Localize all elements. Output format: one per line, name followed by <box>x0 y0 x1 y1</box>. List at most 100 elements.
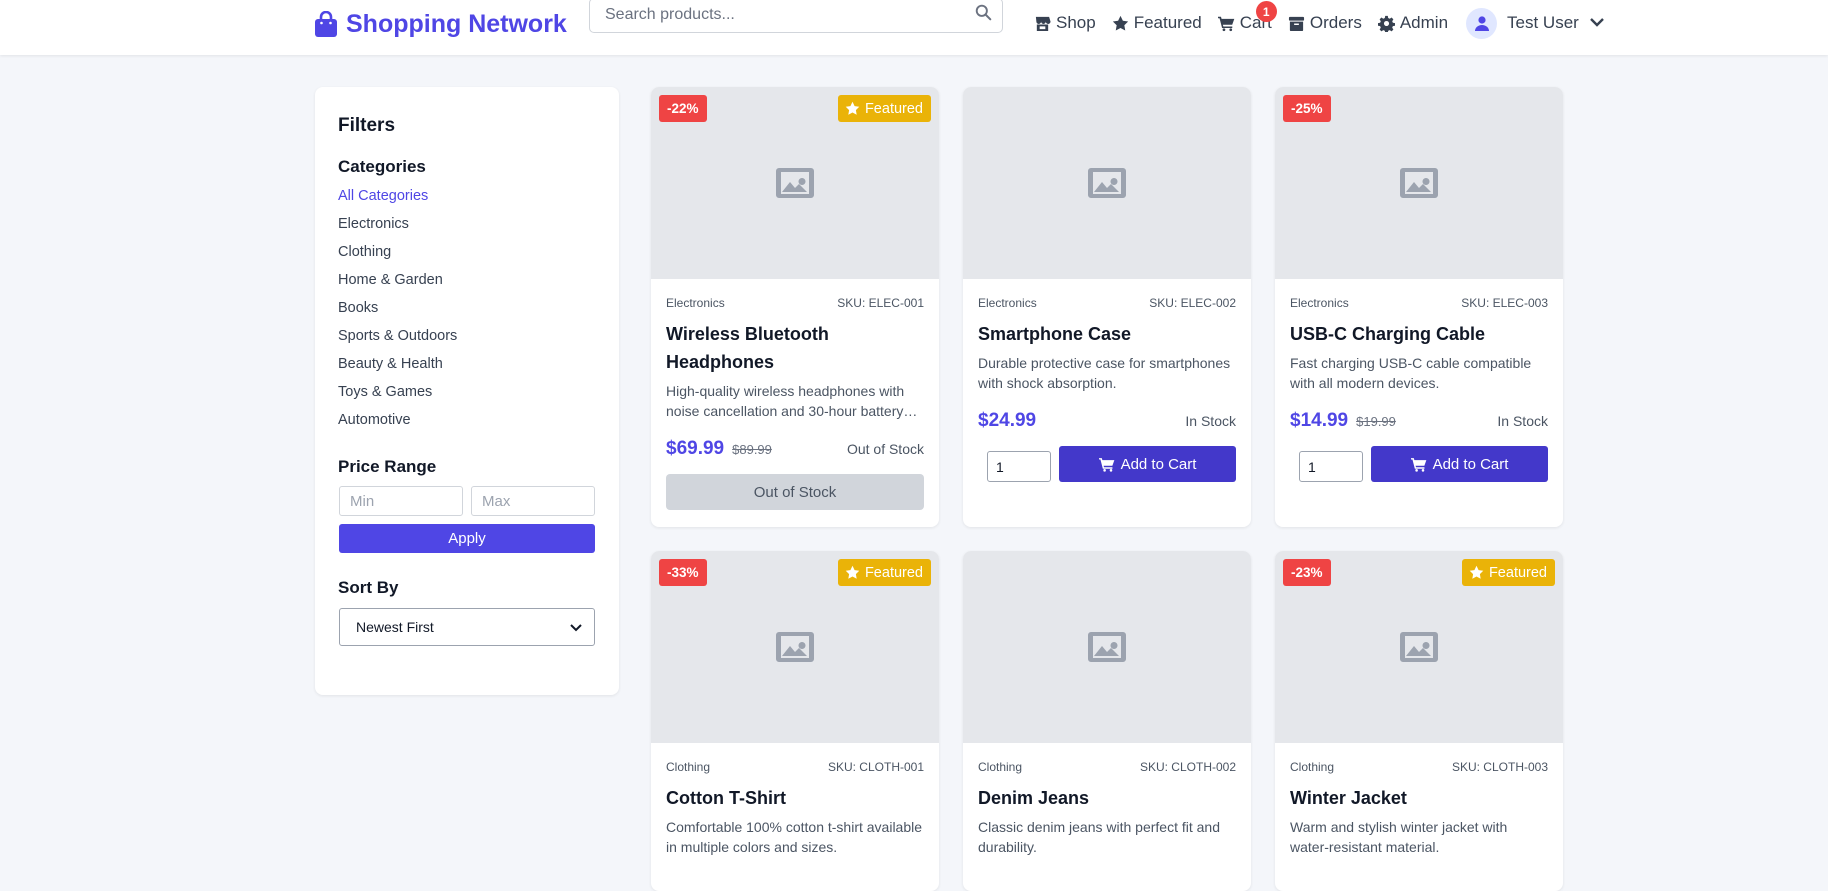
category-electronics[interactable]: Electronics <box>338 215 457 243</box>
apply-price-button[interactable]: Apply <box>339 524 595 553</box>
discount-badge: -22% <box>659 95 707 122</box>
cart-count-badge: 1 <box>1255 1 1277 22</box>
product-card[interactable]: Clothing SKU: CLOTH-002 Denim Jeans Clas… <box>963 551 1251 891</box>
featured-badge: Featured <box>1461 559 1555 586</box>
product-meta: Electronics SKU: ELEC-001 <box>666 296 924 310</box>
add-to-cart-label: Add to Cart <box>1432 455 1509 473</box>
category-beauty-health[interactable]: Beauty & Health <box>338 355 457 383</box>
brand-name: Shopping Network <box>346 9 567 38</box>
image-icon <box>1088 632 1126 662</box>
discount-badge: -23% <box>1283 559 1331 586</box>
product-meta: Electronics SKU: ELEC-003 <box>1290 296 1548 310</box>
category-sports-outdoors[interactable]: Sports & Outdoors <box>338 327 457 355</box>
nav-admin[interactable]: Admin <box>1377 13 1448 33</box>
image-icon <box>776 168 814 198</box>
product-name[interactable]: USB-C Charging Cable <box>1290 320 1548 348</box>
cart-icon <box>1410 457 1426 472</box>
product-name[interactable]: Winter Jacket <box>1290 784 1548 812</box>
product-sku: SKU: ELEC-002 <box>1149 296 1236 310</box>
nav-featured[interactable]: Featured <box>1112 13 1202 33</box>
add-to-cart-button[interactable]: Add to Cart <box>1371 446 1548 482</box>
product-card[interactable]: -22% Featured Electronics SKU: ELEC-001 … <box>651 87 939 527</box>
min-price-input[interactable] <box>339 486 463 516</box>
product-description: Durable protective case for smartphones … <box>978 355 1231 391</box>
product-original-price: $89.99 <box>732 441 772 457</box>
image-icon <box>1088 168 1126 198</box>
nav-orders[interactable]: Orders <box>1288 13 1362 33</box>
out-of-stock-button: Out of Stock <box>666 474 924 510</box>
category-automotive[interactable]: Automotive <box>338 411 457 439</box>
nav-shop[interactable]: Shop <box>1034 13 1096 33</box>
product-image-placeholder[interactable] <box>963 87 1251 279</box>
main-nav: Shop Featured Cart 1 Orders Admin Test U… <box>1034 1 1605 41</box>
category-clothing[interactable]: Clothing <box>338 243 457 271</box>
product-sku: SKU: CLOTH-003 <box>1451 760 1548 774</box>
image-icon <box>1400 168 1438 198</box>
search-bar <box>589 0 1003 33</box>
star-icon <box>845 101 860 115</box>
product-category: Clothing <box>1290 760 1335 774</box>
product-meta: Clothing SKU: CLOTH-001 <box>666 760 924 774</box>
product-name[interactable]: Denim Jeans <box>978 784 1236 812</box>
quantity-input[interactable] <box>1299 451 1363 482</box>
product-description: Warm and stylish winter jacket with wate… <box>1290 819 1508 855</box>
search-icon[interactable] <box>972 1 994 23</box>
product-description: High-quality wireless headphones with no… <box>666 383 905 419</box>
product-meta: Electronics SKU: ELEC-002 <box>978 296 1236 310</box>
product-card[interactable]: Electronics SKU: ELEC-002 Smartphone Cas… <box>963 87 1251 527</box>
image-icon <box>776 632 814 662</box>
featured-badge-label: Featured <box>864 564 923 581</box>
product-card[interactable]: -25% Electronics SKU: ELEC-003 USB-C Cha… <box>1275 87 1563 527</box>
product-description: Classic denim jeans with perfect fit and… <box>978 819 1220 855</box>
user-menu[interactable]: Test User <box>1466 7 1605 39</box>
price-range-heading: Price Range <box>338 457 437 476</box>
product-category: Electronics <box>978 296 1037 310</box>
product-category: Clothing <box>666 760 711 774</box>
featured-badge: Featured <box>837 95 931 122</box>
nav-orders-label: Orders <box>1309 13 1362 32</box>
brand-logo[interactable]: Shopping Network <box>314 8 567 40</box>
product-card[interactable]: -33% Featured Clothing SKU: CLOTH-001 Co… <box>651 551 939 891</box>
store-icon <box>1035 16 1051 31</box>
search-input[interactable] <box>605 2 955 28</box>
max-price-input[interactable] <box>471 486 595 516</box>
product-name[interactable]: Cotton T-Shirt <box>666 784 924 812</box>
chevron-down-icon <box>570 623 582 631</box>
product-sku: SKU: CLOTH-002 <box>1139 760 1236 774</box>
product-category: Clothing <box>978 760 1023 774</box>
sort-select[interactable]: Newest First <box>339 608 595 646</box>
category-toys-games[interactable]: Toys & Games <box>338 383 457 411</box>
cart-icon <box>1098 457 1114 472</box>
product-name[interactable]: Smartphone Case <box>978 320 1236 348</box>
quantity-input[interactable] <box>987 451 1051 482</box>
shopping-bag-icon <box>315 10 337 37</box>
stock-status: Out of Stock <box>846 441 924 457</box>
product-sku: SKU: ELEC-003 <box>1461 296 1548 310</box>
product-description: Comfortable 100% cotton t-shirt availabl… <box>666 819 923 855</box>
add-to-cart-button[interactable]: Add to Cart <box>1059 446 1236 482</box>
user-name: Test User <box>1507 13 1579 32</box>
category-books[interactable]: Books <box>338 299 457 327</box>
add-to-cart-label: Add to Cart <box>1120 455 1197 473</box>
price-row: $69.99 $89.99 Out of Stock <box>666 436 924 462</box>
category-all[interactable]: All Categories <box>338 187 457 215</box>
category-home-garden[interactable]: Home & Garden <box>338 271 457 299</box>
cart-icon <box>1217 16 1235 31</box>
user-icon <box>1474 15 1489 31</box>
product-image-placeholder[interactable] <box>963 551 1251 743</box>
nav-cart[interactable]: Cart 1 <box>1217 1 1277 33</box>
product-card[interactable]: -23% Featured Clothing SKU: CLOTH-003 Wi… <box>1275 551 1563 891</box>
category-list: All Categories Electronics Clothing Home… <box>338 187 457 439</box>
filters-title: Filters <box>338 115 396 136</box>
featured-badge: Featured <box>837 559 931 586</box>
sort-selected-value: Newest First <box>356 619 434 635</box>
product-meta: Clothing SKU: CLOTH-002 <box>978 760 1236 774</box>
product-name[interactable]: Wireless Bluetooth Headphones <box>666 320 924 376</box>
featured-badge-label: Featured <box>864 100 923 117</box>
nav-shop-label: Shop <box>1056 13 1096 32</box>
price-row: $14.99 $19.99 In Stock <box>1290 408 1548 434</box>
categories-heading: Categories <box>338 157 426 176</box>
star-icon <box>845 565 860 579</box>
box-icon <box>1288 16 1304 31</box>
product-sku: SKU: CLOTH-001 <box>827 760 924 774</box>
